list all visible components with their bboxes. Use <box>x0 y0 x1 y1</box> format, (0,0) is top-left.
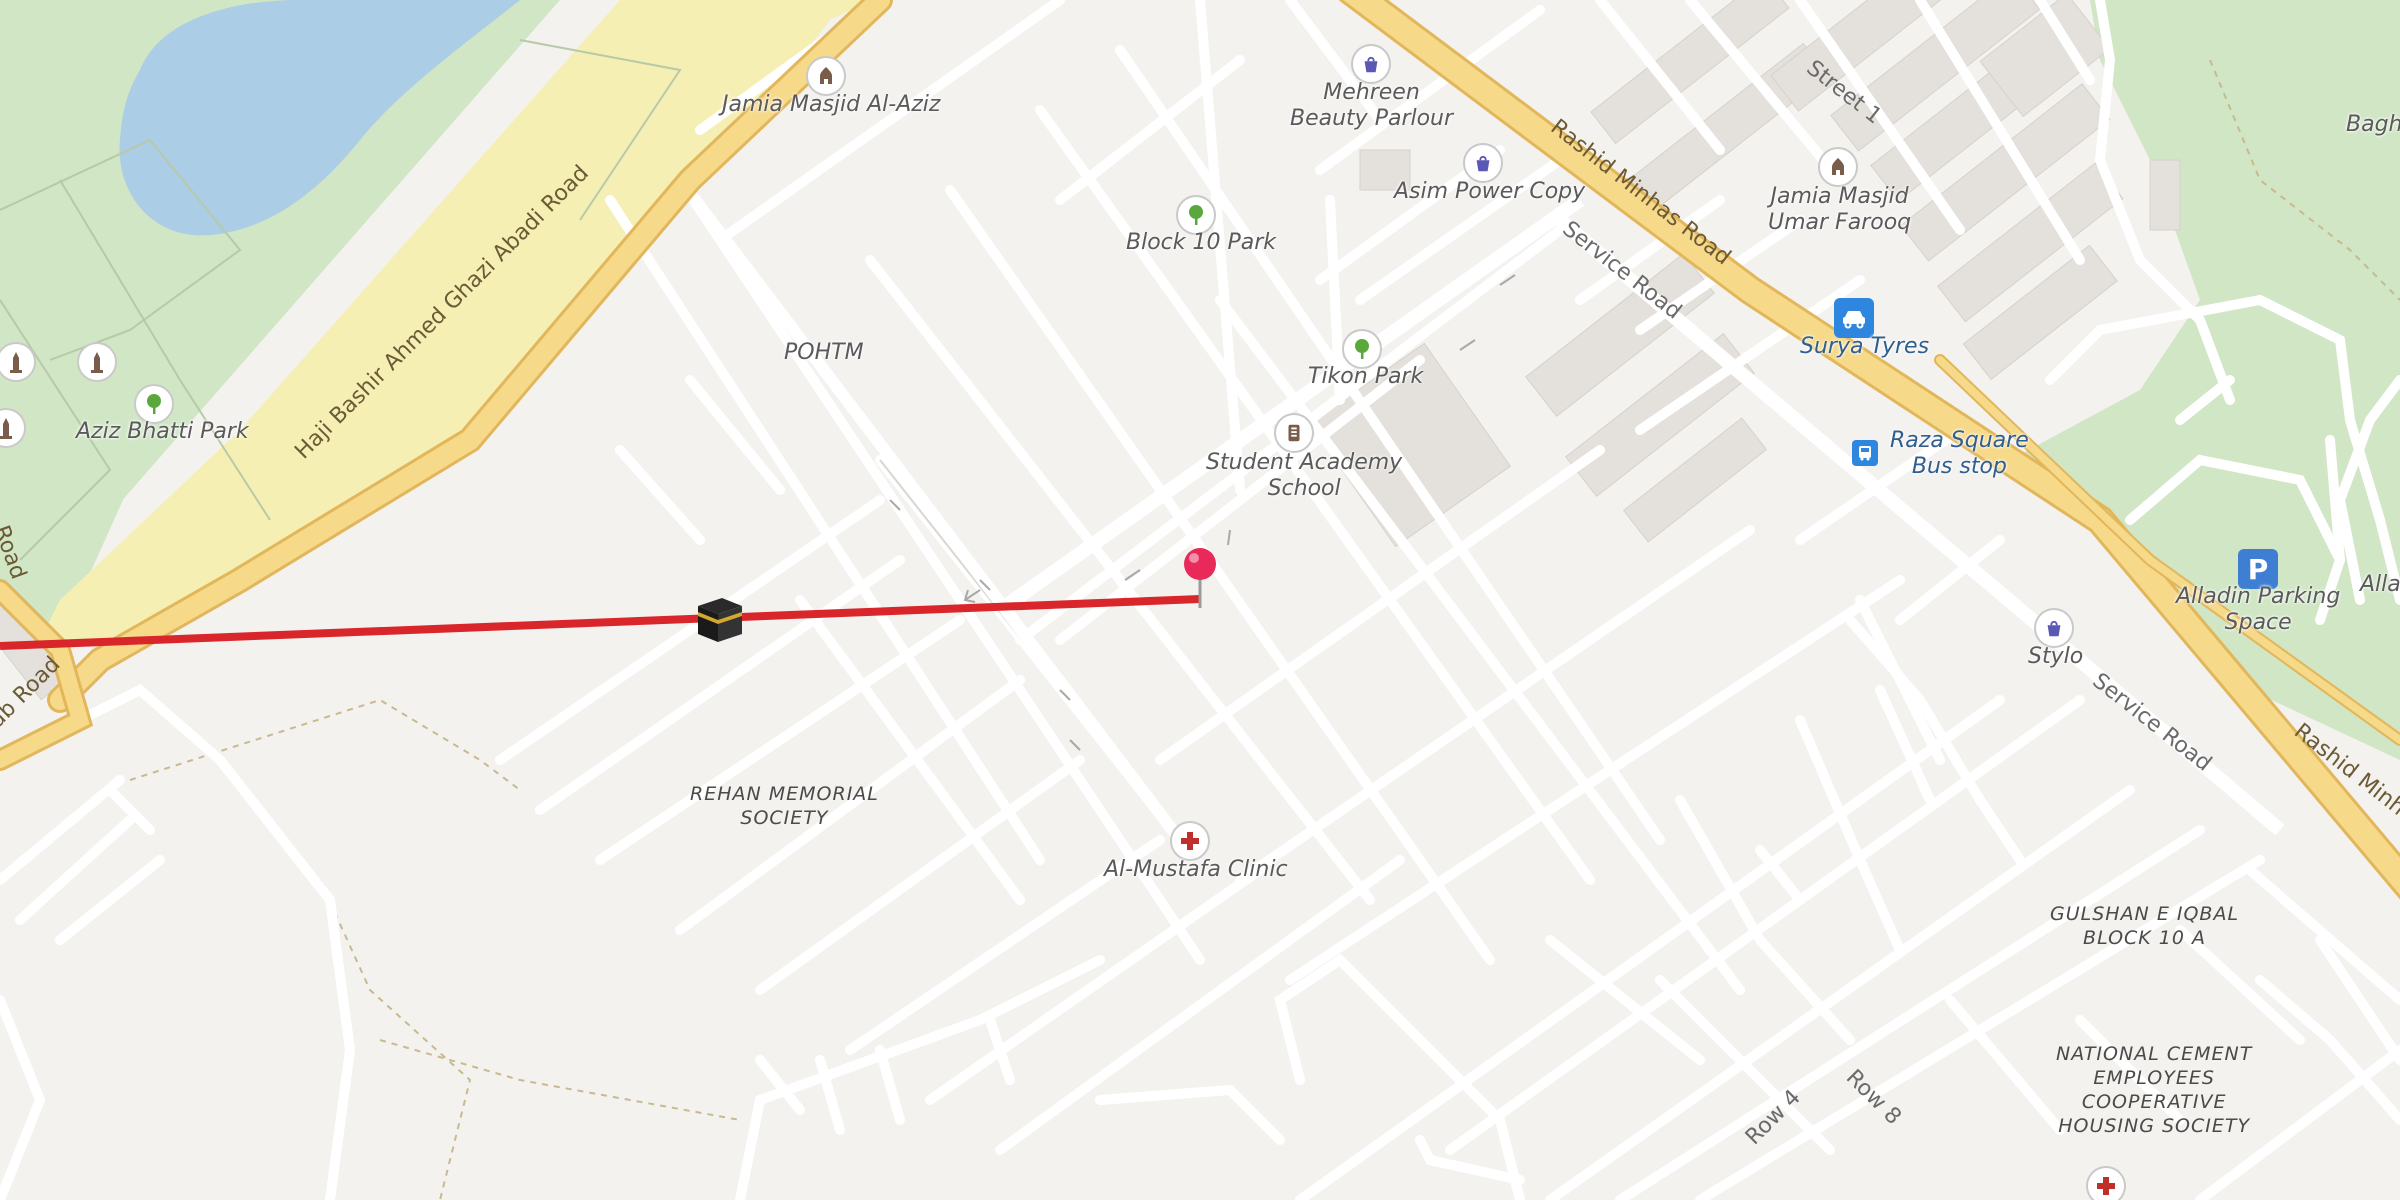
place-label-pohtm: POHTM <box>784 340 864 365</box>
place-label-jamia-al-aziz: Jamia Masjid Al-Aziz <box>722 92 941 117</box>
tree-icon[interactable] <box>134 384 174 424</box>
place-label-asim-power-copy: Asim Power Copy <box>1394 179 1586 204</box>
school-icon[interactable] <box>1274 413 1314 453</box>
mosque-icon[interactable] <box>1818 147 1858 187</box>
car-icon[interactable] <box>1834 298 1874 338</box>
place-label-alla-cut: Alla <box>2360 572 2400 597</box>
tree-icon[interactable] <box>1342 329 1382 369</box>
place-label-jamia-umar: Jamia Masjid Umar Farooq <box>1768 184 1912 235</box>
place-label-surya-tyres: Surya Tyres <box>1800 334 1930 359</box>
bus-icon[interactable] <box>1852 440 1878 466</box>
place-label-student-academy: Student Academy School <box>1206 450 1403 501</box>
place-label-raza-square: Raza Square Bus stop <box>1890 428 2029 479</box>
shopping-bag-icon[interactable] <box>1463 143 1503 183</box>
clinic-cross-icon[interactable] <box>1170 821 1210 861</box>
area-label-gulshan: GULSHAN E IQBAL BLOCK 10 A <box>2050 903 2240 949</box>
monument-icon[interactable] <box>77 342 117 382</box>
parking-icon[interactable]: P <box>2238 549 2278 589</box>
place-label-aziz-bhatti-park: Aziz Bhatti Park <box>76 419 249 444</box>
tree-icon[interactable] <box>1176 195 1216 235</box>
shopping-bag-icon[interactable] <box>2034 608 2074 648</box>
kaaba-icon[interactable] <box>692 594 748 646</box>
place-label-bagh-cut: Bagh <box>2346 112 2400 137</box>
mosque-icon[interactable] <box>806 56 846 96</box>
place-label-al-mustafa-clinic: Al-Mustafa Clinic <box>1104 857 1288 882</box>
clinic-cross-icon[interactable] <box>2086 1166 2126 1200</box>
area-label-rehan: REHAN MEMORIAL SOCIETY <box>690 783 879 829</box>
location-pin-icon[interactable] <box>1180 546 1220 610</box>
place-label-stylo: Stylo <box>2028 644 2084 669</box>
place-label-alladin-parking: Alladin Parking Space <box>2176 584 2341 635</box>
shopping-bag-icon[interactable] <box>1351 44 1391 84</box>
place-label-tikon-park: Tikon Park <box>1308 364 1424 389</box>
place-label-block-10-park: Block 10 Park <box>1126 230 1277 255</box>
place-label-mehreen: Mehreen Beauty Parlour <box>1290 80 1454 131</box>
area-label-national-cement: NATIONAL CEMENT EMPLOYEES COOPERATIVE HO… <box>2056 1043 2253 1137</box>
map-view[interactable]: Haji Bashir Ahmed Ghazi Abadi Road Rashi… <box>0 0 2400 1200</box>
